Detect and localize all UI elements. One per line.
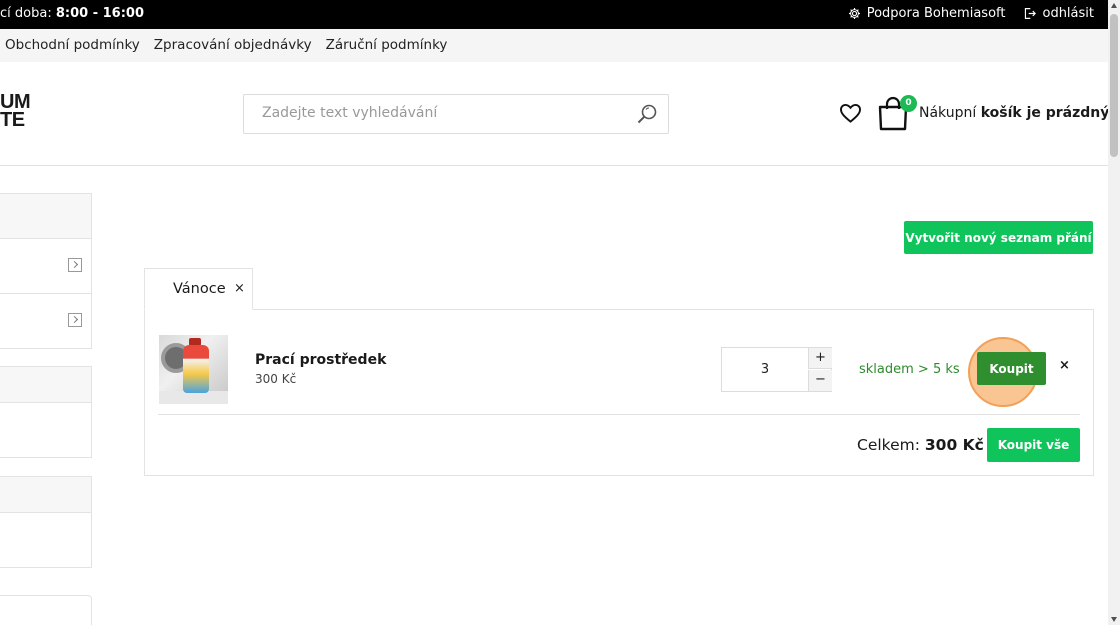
cart-status-state: košík je prázdný (980, 105, 1110, 121)
sidebar-block-4 (0, 595, 92, 625)
page-scrollbar[interactable] (1108, 0, 1120, 625)
gear-icon (848, 7, 861, 20)
quantity-stepper: + − (721, 347, 832, 392)
tab-wishlist-label: Vánoce (173, 281, 226, 297)
cart-button[interactable]: 0 (877, 95, 917, 135)
plus-icon[interactable]: + (808, 348, 832, 369)
opening-hours-label: cí doba: (0, 6, 52, 21)
logo[interactable]: UM TE (0, 92, 31, 131)
nav-item-warranty[interactable]: Záruční podmínky (326, 37, 448, 53)
buy-all-button[interactable]: Koupit vše (987, 428, 1080, 462)
sidebar-block-header (0, 194, 91, 239)
logo-line-2: TE (0, 109, 25, 131)
tab-wishlist[interactable]: Vánoce × (144, 268, 253, 310)
wishlist-panel: Prací prostředek 300 Kč + − skladem > 5 … (144, 309, 1094, 476)
opening-hours: cí doba: 8:00 - 16:00 (0, 6, 144, 21)
logout-link[interactable]: odhlásit (1023, 6, 1094, 21)
opening-hours-value: 8:00 - 16:00 (55, 6, 145, 21)
chevron-right-icon[interactable] (68, 313, 82, 327)
nav-item-order-processing[interactable]: Zpracování objednávky (154, 37, 312, 53)
buy-button[interactable]: Koupit (977, 352, 1046, 385)
support-link[interactable]: Podpora Bohemiasoft (848, 6, 1006, 21)
close-icon[interactable]: × (234, 281, 245, 296)
cart-bag-icon (877, 96, 909, 135)
sidebar-block-header (0, 367, 91, 403)
nav-item-terms[interactable]: Obchodní podmínky (5, 37, 140, 53)
wishlist-total: Celkem: 300 Kč (857, 436, 984, 454)
logout-icon (1023, 7, 1037, 20)
stock-status: skladem > 5 ks (859, 362, 960, 377)
product-name[interactable]: Prací prostředek (255, 352, 386, 368)
logout-link-label: odhlásit (1042, 6, 1094, 21)
search-box (243, 94, 669, 134)
cart-status[interactable]: Nákupní košík je prázdný (919, 105, 1109, 121)
total-value: 300 Kč (924, 436, 984, 454)
cart-status-prefix: Nákupní (919, 105, 977, 121)
minus-icon[interactable]: − (808, 370, 832, 391)
search-input[interactable] (262, 105, 622, 121)
heart-icon[interactable] (839, 103, 862, 127)
info-nav: Obchodní podmínky Zpracování objednávky … (0, 29, 1108, 62)
total-label: Celkem: (857, 436, 920, 454)
product-image[interactable] (159, 335, 228, 404)
sidebar-block-2 (0, 366, 92, 458)
sidebar-block-header (0, 477, 91, 513)
sidebar-block-1 (0, 193, 92, 349)
scroll-down-arrow[interactable] (1111, 617, 1117, 622)
sidebar-block-3 (0, 476, 92, 568)
quantity-input[interactable] (722, 348, 808, 391)
support-link-label: Podpora Bohemiasoft (866, 6, 1006, 21)
sidebar-row[interactable] (0, 239, 91, 294)
top-bar: cí doba: 8:00 - 16:00 Podpora Bohemiasof… (0, 0, 1108, 29)
cart-count-badge: 0 (900, 95, 917, 112)
product-price: 300 Kč (255, 372, 297, 386)
divider (158, 414, 1080, 415)
scrollbar-thumb[interactable] (1110, 14, 1118, 157)
remove-item-icon[interactable]: × (1059, 358, 1070, 373)
scroll-up-arrow[interactable] (1111, 3, 1117, 8)
create-wishlist-button[interactable]: Vytvořit nový seznam přání (904, 221, 1093, 254)
sidebar-row[interactable] (0, 294, 91, 349)
site-header: UM TE 0 Nákupní košík je prázdný (0, 62, 1109, 166)
search-icon[interactable] (636, 103, 658, 129)
chevron-right-icon[interactable] (68, 258, 82, 272)
